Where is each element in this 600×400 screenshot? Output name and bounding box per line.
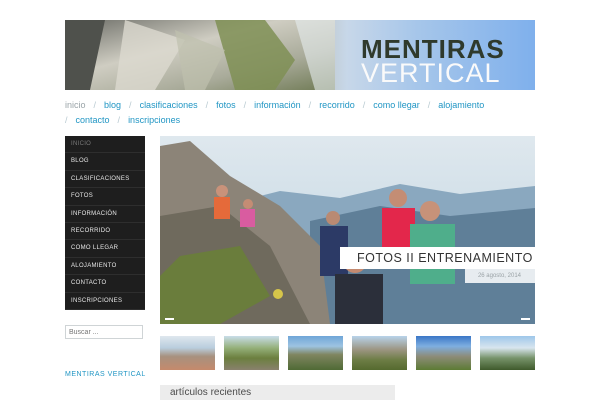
sidebar-item-como-llegar[interactable]: COMO LLEGAR [65, 240, 145, 258]
nav-separator: / [427, 100, 431, 110]
nav-separator: / [117, 115, 121, 125]
nav-inicio[interactable]: inicio [65, 98, 86, 113]
slide-date: 26 agosto, 2014 [465, 269, 535, 283]
nav-contacto[interactable]: contacto [76, 113, 110, 128]
sidebar-item-clasificaciones[interactable]: CLASIFICACIONES [65, 171, 145, 189]
sidebar-item-informacion[interactable]: INFORMACIÓN [65, 206, 145, 223]
thumbnail[interactable] [480, 336, 535, 370]
widget-title: MENTIRAS VERTICAL [65, 371, 146, 378]
sidebar-item-inscripciones[interactable]: INSCRIPCIONES [65, 293, 145, 310]
rock-photo [65, 20, 335, 90]
nav-separator: / [308, 100, 312, 110]
nav-separator: / [93, 100, 97, 110]
nav-separator: / [205, 100, 209, 110]
sidebar-item-alojamiento[interactable]: ALOJAMIENTO [65, 258, 145, 276]
sidebar-item-blog[interactable]: BLOG [65, 153, 145, 171]
nav-separator: / [65, 115, 68, 125]
nav-fotos[interactable]: fotos [216, 98, 236, 113]
slide-caption[interactable]: FOTOS II ENTRENAMIENTO [340, 247, 535, 269]
nav-blog[interactable]: blog [104, 98, 121, 113]
header-banner[interactable]: MENTIRAS VERTICAL [65, 20, 535, 90]
sidebar-menu: INICIO BLOG CLASIFICACIONES FOTOS INFORM… [65, 136, 145, 310]
thumbnail[interactable] [288, 336, 343, 370]
nav-inscripciones[interactable]: inscripciones [128, 113, 180, 128]
slider-next-arrow[interactable] [521, 318, 530, 320]
featured-slider[interactable] [160, 136, 535, 324]
nav-clasificaciones[interactable]: clasificaciones [140, 98, 198, 113]
recent-posts-title: artículos recientes [160, 385, 395, 400]
nav-alojamiento[interactable]: alojamiento [438, 98, 484, 113]
nav-informacion[interactable]: información [254, 98, 301, 113]
thumbnail[interactable] [352, 336, 407, 370]
nav-separator: / [129, 100, 132, 110]
featured-photo [160, 136, 535, 324]
nav-separator: / [243, 100, 247, 110]
nav-separator: / [362, 100, 366, 110]
sidebar-item-fotos[interactable]: FOTOS [65, 188, 145, 206]
site-title-line1: MENTIRAS [361, 34, 505, 64]
site-title-line2: VERTICAL [361, 58, 501, 88]
nav-como-llegar[interactable]: como llegar [373, 98, 420, 113]
search-input[interactable] [65, 325, 143, 339]
sidebar-item-inicio[interactable]: INICIO [65, 136, 145, 154]
sidebar-item-recorrido[interactable]: RECORRIDO [65, 223, 145, 241]
sidebar-item-contacto[interactable]: CONTACTO [65, 275, 145, 293]
slider-prev-arrow[interactable] [165, 318, 174, 320]
thumbnail[interactable] [416, 336, 471, 370]
nav-recorrido[interactable]: recorrido [319, 98, 355, 113]
thumbnail[interactable] [160, 336, 215, 370]
thumbnail[interactable] [224, 336, 279, 370]
top-navigation: inicio / blog / clasificaciones / fotos / inform… [65, 98, 535, 128]
